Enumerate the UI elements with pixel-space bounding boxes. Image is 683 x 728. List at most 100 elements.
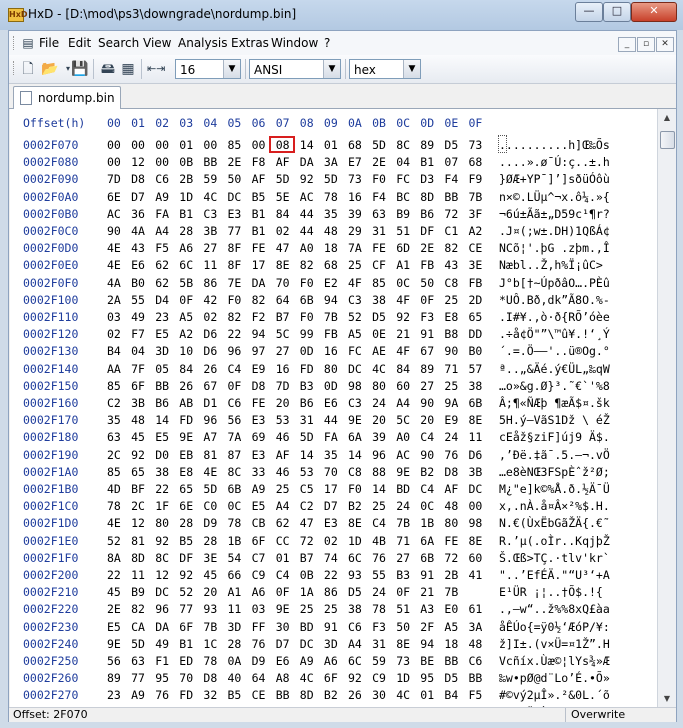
hex-byte[interactable]: A4 (396, 396, 410, 410)
hex-byte[interactable]: F0 (228, 293, 242, 307)
hex-byte[interactable]: 02 (107, 327, 121, 341)
hex-byte[interactable]: 00 (252, 138, 266, 152)
charset-select[interactable]: ANSI ▼ (249, 59, 341, 79)
hex-byte[interactable]: A0 (300, 241, 314, 255)
ascii-text[interactable]: ´.=.Ö–—'..ü®Og.° (499, 344, 610, 358)
hex-byte[interactable]: FD (179, 413, 193, 427)
hex-byte[interactable]: F1 (155, 654, 169, 668)
hex-byte[interactable]: 25 (348, 258, 362, 272)
hex-byte[interactable]: 38 (372, 293, 386, 307)
hex-byte[interactable]: AF (252, 172, 266, 186)
hex-byte[interactable]: B6 (420, 207, 434, 221)
hex-byte[interactable]: 42 (203, 293, 217, 307)
hex-byte[interactable]: 78 (324, 190, 338, 204)
hex-byte[interactable]: E5 (252, 499, 266, 513)
disk-icon[interactable]: 🖴 (99, 60, 117, 78)
hex-byte[interactable]: 21 (396, 327, 410, 341)
hex-byte[interactable]: 14 (155, 413, 169, 427)
hex-byte[interactable]: 6E (107, 190, 121, 204)
hex-byte[interactable]: 1D (179, 190, 193, 204)
menu-edit[interactable]: Edit (68, 36, 91, 50)
hex-byte[interactable]: 78 (228, 516, 242, 530)
hex-byte[interactable]: 6E (179, 499, 193, 513)
hex-byte[interactable]: D8 (252, 379, 266, 393)
hex-byte[interactable]: 69 (252, 430, 266, 444)
hex-byte[interactable]: D6 (203, 344, 217, 358)
hex-byte[interactable]: 26 (179, 379, 193, 393)
hex-byte[interactable]: 11 (131, 568, 145, 582)
scroll-down-icon[interactable]: ▼ (658, 690, 676, 707)
hex-byte[interactable]: 63 (107, 430, 121, 444)
hex-byte[interactable]: 80 (324, 362, 338, 376)
hex-byte[interactable]: A6 (252, 585, 266, 599)
hex-byte[interactable]: BB (155, 379, 169, 393)
hex-byte[interactable]: E6 (324, 396, 338, 410)
hex-row[interactable]: 0002F100 2A 55 D4 0F 42 F0 82 64 6B 94 C3 38 4F 0F 25 2D… (10, 290, 657, 309)
hex-byte[interactable]: FE (372, 241, 386, 255)
hex-byte[interactable]: 7B (469, 190, 483, 204)
hex-byte[interactable]: F3 (372, 620, 386, 634)
hex-byte[interactable]: D8 (444, 465, 458, 479)
hex-byte[interactable]: 8E (469, 534, 483, 548)
hex-byte[interactable]: 78 (372, 602, 386, 616)
hex-byte[interactable]: 70 (179, 671, 193, 685)
hex-byte[interactable]: 81 (203, 448, 217, 462)
hex-byte[interactable]: 91 (420, 327, 434, 341)
hex-byte[interactable]: 43 (444, 258, 458, 272)
hex-byte[interactable]: E3 (252, 448, 266, 462)
hex-byte[interactable]: 98 (469, 516, 483, 530)
hex-byte[interactable]: 89 (420, 362, 434, 376)
hex-byte[interactable]: 91 (324, 620, 338, 634)
hex-byte[interactable]: 24 (372, 585, 386, 599)
hex-byte[interactable]: DC (469, 482, 483, 496)
hex-byte[interactable]: 41 (469, 568, 483, 582)
hex-byte[interactable]: 87 (228, 448, 242, 462)
hex-byte[interactable]: 45 (107, 585, 121, 599)
hex-byte[interactable]: 5D (372, 138, 386, 152)
hex-byte[interactable]: C3 (348, 396, 362, 410)
hex-byte[interactable]: F0 (300, 276, 314, 290)
hex-byte[interactable]: B5 (228, 688, 242, 702)
hex-byte[interactable]: B7 (300, 551, 314, 565)
hex-byte[interactable]: B0 (131, 276, 145, 290)
hex-byte[interactable]: 8E (396, 637, 410, 651)
hex-byte[interactable]: 51 (396, 224, 410, 238)
hex-byte[interactable]: D0 (155, 448, 169, 462)
hex-byte[interactable]: E7 (348, 155, 362, 169)
hex-byte[interactable]: 52 (107, 534, 121, 548)
ascii-text[interactable]: 5H.ý–VãS1Dž \ éŽ (499, 413, 610, 427)
hex-byte[interactable]: 2E (420, 241, 434, 255)
hex-byte[interactable]: 5D (300, 430, 314, 444)
hex-byte[interactable]: 5D (324, 172, 338, 186)
hex-byte[interactable]: 25 (372, 499, 386, 513)
hex-byte[interactable]: 1C (203, 637, 217, 651)
hex-byte[interactable]: 39 (372, 430, 386, 444)
hex-byte[interactable]: D8 (131, 172, 145, 186)
hex-byte[interactable]: 63 (372, 207, 386, 221)
hex-byte[interactable]: C9 (372, 671, 386, 685)
hex-byte[interactable]: A2 (469, 224, 483, 238)
hex-byte[interactable]: AC (107, 207, 121, 221)
hex-byte[interactable]: 6F (179, 620, 193, 634)
hex-byte[interactable]: 35 (324, 207, 338, 221)
hex-byte[interactable]: C6 (469, 654, 483, 668)
hex-byte[interactable]: D8 (203, 671, 217, 685)
hex-byte[interactable]: E5 (107, 620, 121, 634)
hex-byte[interactable]: 71 (396, 534, 410, 548)
hex-byte[interactable]: B9 (131, 585, 145, 599)
hex-byte[interactable]: FA (155, 207, 169, 221)
hex-byte[interactable]: 3D (228, 620, 242, 634)
hex-byte[interactable]: 14 (348, 448, 362, 462)
hex-byte[interactable]: A9 (252, 482, 266, 496)
hex-byte[interactable]: 76 (252, 637, 266, 651)
hex-byte[interactable]: F0 (300, 310, 314, 324)
hex-row[interactable]: 0002F0B0 AC 36 FA B1 C3 E3 B1 84 44 35 39 63 B9 B6 72 3F… (10, 204, 657, 223)
hex-byte[interactable]: 03 (107, 310, 121, 324)
hex-row[interactable]: 0002F0D0 4E 43 F5 A6 27 8F FE 47 A0 18 7A FE 6D 2E 82 CE… (10, 238, 657, 257)
ascii-text[interactable]: Â;¶«ÑÆþ ¶æÃ$¤.šk (499, 396, 610, 410)
ascii-text[interactable]: .÷å¢Ö"”\™û¥.!‘¸Ý (499, 327, 610, 341)
hex-byte[interactable]: 3D (155, 344, 169, 358)
hex-byte[interactable]: B7 (276, 310, 290, 324)
hex-byte[interactable]: 38 (348, 602, 362, 616)
hex-byte[interactable]: CC (276, 534, 290, 548)
